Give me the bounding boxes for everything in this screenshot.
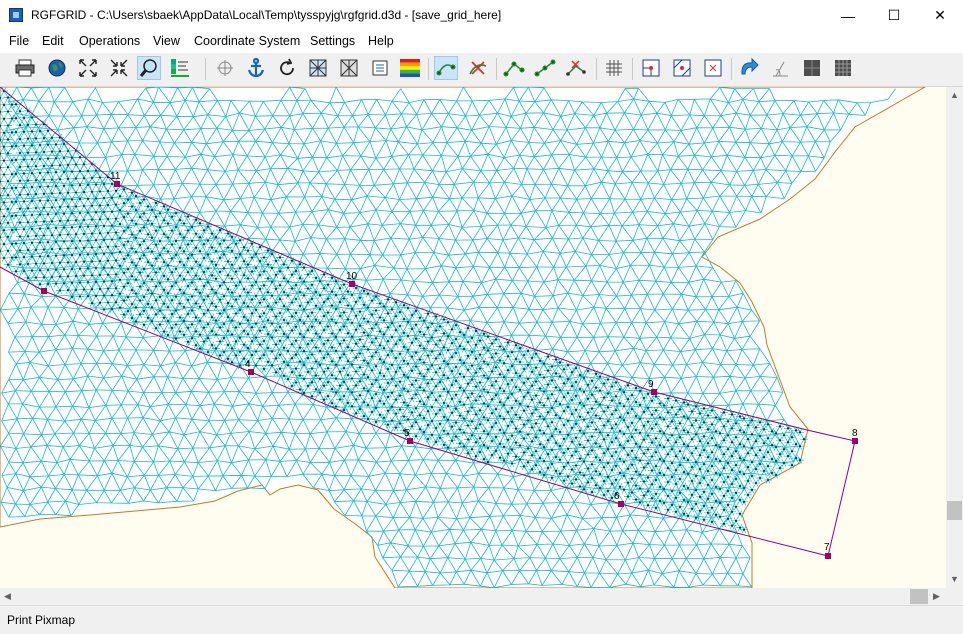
scroll-left-icon[interactable]: ◀ [4,591,11,602]
toolbar-separator [205,58,206,80]
menu-edit[interactable]: Edit [42,34,64,48]
minimize-button[interactable]: — [825,0,871,31]
grid-split-icon[interactable] [639,56,663,80]
point-label-8: 8 [852,428,858,439]
close-button[interactable]: ✕ [917,0,963,31]
grid-fill-icon[interactable] [831,56,855,80]
grid-dark-icon[interactable] [800,56,824,80]
title-bar: RGFGRID - C:\Users\sbaek\AppData\Local\T… [0,0,963,31]
grid-points-icon[interactable] [602,56,626,80]
zoom-box-icon[interactable] [137,56,161,80]
rgfgrid-app-icon [9,8,23,22]
horizontal-scrollbar[interactable]: ◀ ▶ [0,588,946,605]
toolbar-separator [731,58,732,80]
status-bar: Print Pixmap [0,605,963,634]
crosshair-icon[interactable] [213,56,237,80]
color-scale-icon[interactable] [398,56,422,80]
zoom-reset-icon[interactable] [107,56,131,80]
scroll-up-icon[interactable]: ▲ [950,90,959,100]
orthogonal-icon[interactable] [768,56,792,80]
globe-icon[interactable] [45,56,69,80]
spline-closing [806,429,856,557]
point-label-5: 5 [404,428,410,439]
polyline-icon[interactable] [502,56,526,80]
status-text: Print Pixmap [7,613,76,627]
refresh-icon[interactable] [275,56,299,80]
point-label-7: 7 [824,542,830,553]
scroll-down-icon[interactable]: ▼ [950,574,959,584]
grid-cell-alt-icon[interactable] [337,56,361,80]
redo-icon[interactable] [737,56,761,80]
toolbar-separator [596,58,597,80]
vertical-scrollbar[interactable]: ▲ ▼ [946,87,963,588]
menu-view[interactable]: View [153,34,180,48]
print-icon[interactable] [13,56,37,80]
window-title: RGFGRID - C:\Users\sbaek\AppData\Local\T… [31,8,502,22]
menu-bar: File Edit Operations View Coordinate Sys… [0,31,963,52]
spline-point-7 [825,553,831,559]
menu-help[interactable]: Help [368,34,394,48]
menu-coordinate-system[interactable]: Coordinate System [194,34,300,48]
point-label-9: 9 [648,379,654,390]
list-icon[interactable] [368,56,392,80]
vertical-scroll-thumb[interactable] [947,501,962,520]
menu-file[interactable]: File [9,34,29,48]
scroll-right-icon[interactable]: ▶ [933,591,940,602]
anchor-icon[interactable] [244,56,268,80]
toolbar-separator [428,58,429,80]
spline-point-start [41,288,47,294]
polyline-delete-icon[interactable] [564,56,588,80]
menu-settings[interactable]: Settings [310,34,355,48]
toolbar-separator [496,58,497,80]
zoom-extents-icon[interactable] [76,56,100,80]
grid-mark-icon[interactable] [701,56,725,80]
spline-edit-icon[interactable] [434,56,458,80]
toolbar [0,53,963,87]
maximize-button[interactable]: ☐ [871,0,917,31]
point-label-10: 10 [346,271,358,282]
grid-refine-icon[interactable] [670,56,694,80]
menu-operations[interactable]: Operations [79,34,140,48]
horizontal-scroll-thumb[interactable] [910,589,928,604]
toolbar-separator [632,58,633,80]
spline-delete-icon[interactable] [466,56,490,80]
point-label-6: 6 [614,491,620,502]
polyline-add-icon[interactable] [533,56,557,80]
point-label-4: 4 [245,359,251,370]
map-canvas[interactable]: 11 10 9 8 7 6 5 4 [0,87,946,588]
grid-cell-icon[interactable] [306,56,330,80]
point-label-11: 11 [110,171,121,182]
scroll-corner [946,588,963,605]
colorbar-icon[interactable] [168,56,192,80]
